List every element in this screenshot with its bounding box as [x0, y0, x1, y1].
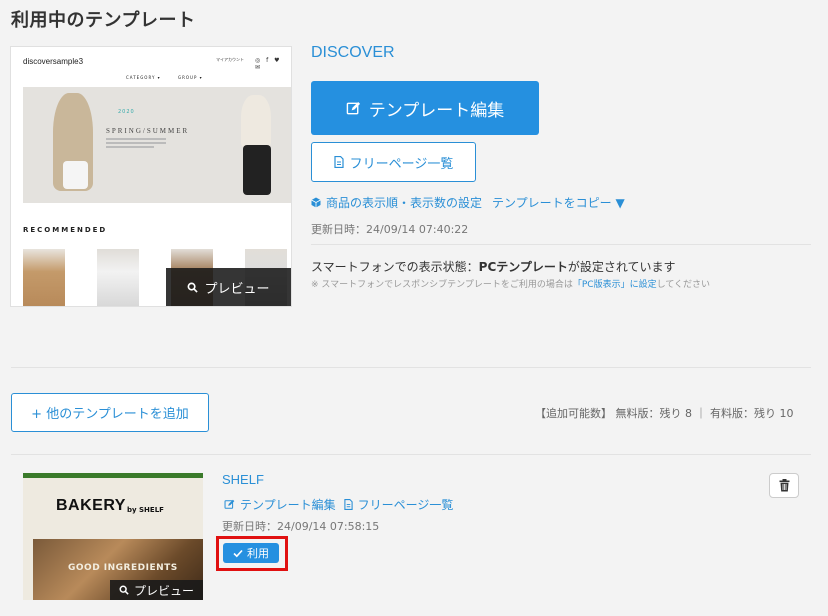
- edit-template-label: テンプレート編集: [368, 100, 505, 121]
- shelf-free-page-list-label: フリーページ一覧: [357, 498, 454, 512]
- shelf-preview-button[interactable]: プレビュー: [110, 580, 203, 600]
- preview-label: プレビュー: [133, 583, 194, 598]
- document-icon: [334, 156, 344, 168]
- edit-template-button[interactable]: テンプレート編集: [311, 81, 539, 135]
- add-template-button[interactable]: + 他のテンプレートを追加: [11, 393, 209, 432]
- shelf-template-links: テンプレート編集 フリーページ一覧: [224, 496, 453, 513]
- smartphone-note-suffix: してください: [656, 280, 711, 290]
- shelf-free-page-list-link[interactable]: フリーページ一覧: [344, 496, 454, 513]
- smartphone-status-value: PCテンプレート: [478, 260, 568, 274]
- template-links: 商品の表示順・表示数の設定 テンプレートをコピー ▼: [311, 194, 625, 211]
- cube-icon: [311, 197, 321, 208]
- thumbnail-brand: BAKERY: [56, 497, 126, 514]
- edit-icon: [224, 499, 235, 510]
- copy-template-link[interactable]: テンプレートをコピー ▼: [492, 194, 625, 211]
- thumbnail-tagline: GOOD INGREDIENTS: [68, 563, 178, 573]
- template-name: DISCOVER: [311, 44, 395, 61]
- edit-icon: [346, 101, 361, 116]
- search-icon: [119, 585, 129, 595]
- thumbnail-account-text: マイアカウント: [216, 57, 244, 62]
- thumbnail-social-icons: ◎ f ♥ ✉: [255, 57, 282, 71]
- free-page-list-label: フリーページ一覧: [349, 156, 454, 172]
- shelf-edit-template-link[interactable]: テンプレート編集: [224, 496, 336, 513]
- use-template-label: 利用: [247, 547, 269, 560]
- shelf-updated-timestamp: 更新日時：24/09/14 07:58:15: [222, 520, 380, 533]
- sort-settings-label: 商品の表示順・表示数の設定: [326, 196, 483, 210]
- smartphone-status-suffix: が設定されています: [567, 260, 676, 274]
- shelf-edit-template-label: テンプレート編集: [240, 498, 336, 512]
- shelf-template-name: SHELF: [222, 472, 264, 487]
- divider: [11, 367, 811, 368]
- thumbnail-header-bar: [23, 473, 203, 478]
- sort-settings-link[interactable]: 商品の表示順・表示数の設定: [311, 194, 482, 211]
- thumbnail-year: 2020: [118, 109, 135, 115]
- search-icon: [187, 282, 199, 293]
- thumbnail-nav-group: GROUP ▾: [178, 75, 203, 80]
- thumbnail-brand-sub: by SHELF: [127, 506, 164, 514]
- thumbnail-section-title: RECOMMENDED: [23, 226, 108, 234]
- preview-button[interactable]: プレビュー: [166, 268, 291, 306]
- smartphone-note: ※ スマートフォンでレスポンシブテンプレートをご利用の場合は「PC版表示」に設定…: [311, 277, 710, 290]
- pc-display-setting-link[interactable]: 「PC版表示」に設定: [573, 280, 657, 290]
- add-quota-text: 【追加可能数】 無料版：残り 8 ｜ 有料版：残り 10: [535, 407, 794, 420]
- updated-timestamp: 更新日時：24/09/14 07:40:22: [311, 223, 469, 236]
- divider: [11, 454, 811, 455]
- smartphone-status-prefix: スマートフォンでの表示状態：: [311, 260, 479, 274]
- delete-template-button[interactable]: [769, 473, 799, 498]
- thumbnail-text-lines: [106, 138, 166, 150]
- thumbnail-nav-category: CATEGORY ▾: [126, 75, 161, 80]
- preview-label: プレビュー: [204, 281, 270, 297]
- check-icon: [233, 549, 243, 558]
- thumbnail-product: [97, 249, 139, 306]
- document-icon: [344, 499, 353, 510]
- thumbnail-season: SPRING/SUMMER: [106, 127, 190, 135]
- thumbnail-product: [23, 249, 65, 306]
- trash-icon: [779, 479, 790, 492]
- smartphone-status: スマートフォンでの表示状態：PCテンプレートが設定されています: [311, 258, 676, 275]
- free-page-list-button[interactable]: フリーページ一覧: [311, 142, 476, 182]
- page-title: 利用中のテンプレート: [11, 10, 196, 31]
- use-template-button[interactable]: 利用: [223, 543, 279, 563]
- smartphone-note-prefix: ※ スマートフォンでレスポンシブテンプレートをご利用の場合は: [311, 280, 573, 290]
- thumbnail-brand: discoversample3: [23, 57, 84, 66]
- divider: [311, 244, 811, 245]
